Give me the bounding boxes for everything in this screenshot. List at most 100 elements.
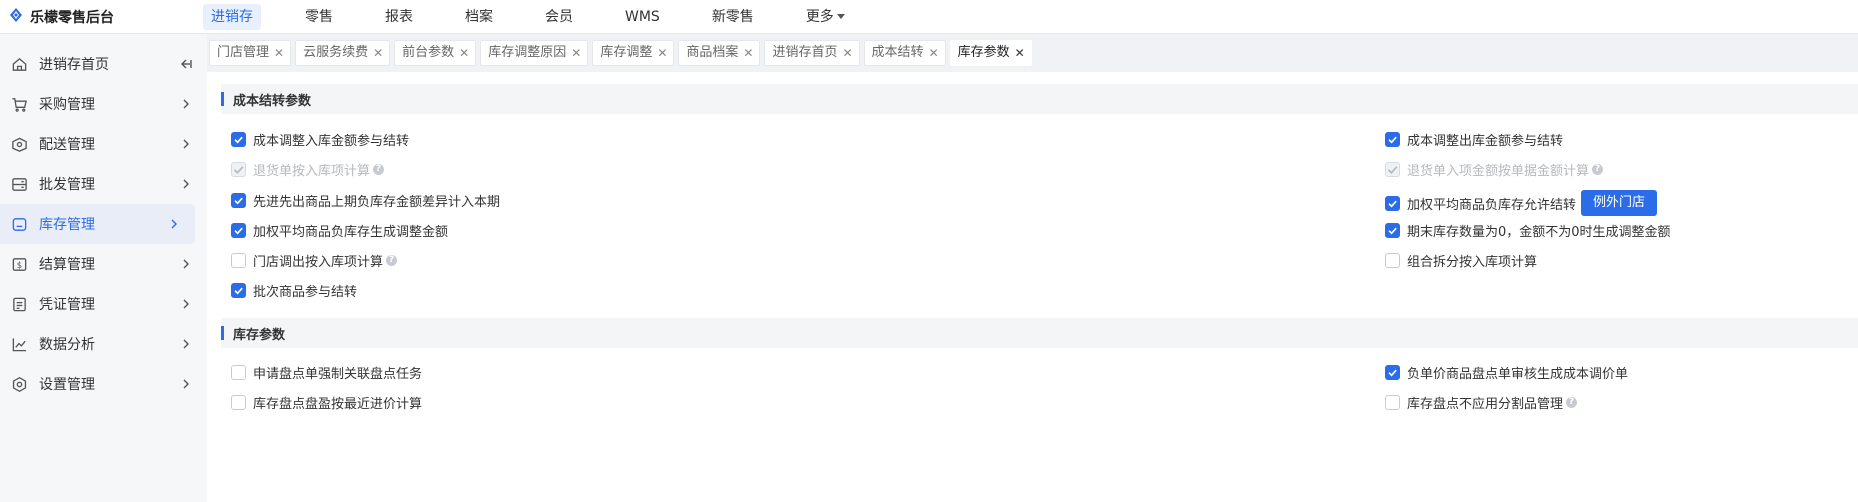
option-row[interactable]: 加权平均商品负库存生成调整金额	[231, 220, 448, 240]
close-icon[interactable]: ✕	[1015, 41, 1025, 65]
option-row[interactable]: 库存盘点盘盈按最近进价计算	[231, 392, 422, 412]
chevron-right-icon	[179, 137, 193, 151]
option-row[interactable]: 门店调出按入库项计算 ?	[231, 250, 398, 270]
checkbox-unchecked[interactable]	[231, 394, 246, 410]
sidebar-item-label: 数据分析	[39, 337, 95, 353]
close-icon[interactable]: ✕	[842, 41, 852, 65]
brand-name: 乐檬零售后台	[30, 10, 114, 26]
checkbox-checked[interactable]	[231, 222, 246, 238]
top-nav: 进销存 零售 报表 档案 会员 WMS 新零售 更多	[203, 0, 889, 34]
sidebar-item-purchase[interactable]: 采购管理	[0, 84, 207, 124]
close-icon[interactable]: ✕	[571, 41, 581, 65]
close-icon[interactable]: ✕	[274, 41, 284, 65]
close-icon[interactable]: ✕	[657, 41, 667, 65]
tab-label: 商品档案	[686, 45, 739, 60]
sidebar-item-label: 结算管理	[39, 257, 95, 273]
top-bar: 乐檬零售后台 进销存 零售 报表 档案 会员 WMS 新零售 更多	[0, 0, 1858, 34]
sidebar-item-label: 配送管理	[39, 137, 95, 153]
option-row[interactable]: 批次商品参与结转	[231, 280, 357, 300]
option-label: 负单价商品盘点单审核生成成本调价单	[1407, 366, 1629, 382]
checkbox-checked[interactable]	[1385, 131, 1400, 147]
help-icon[interactable]: ?	[1566, 396, 1578, 408]
help-icon[interactable]: ?	[386, 254, 398, 266]
nav-retail[interactable]: 零售	[297, 4, 341, 30]
nav-jinxiaocun[interactable]: 进销存	[203, 4, 261, 30]
option-label: 库存盘点不应用分割品管理	[1407, 396, 1564, 412]
chevron-right-icon	[179, 297, 193, 311]
checkbox-checked[interactable]	[1385, 222, 1400, 238]
checkbox-unchecked[interactable]	[1385, 394, 1400, 410]
nav-more-label: 更多	[805, 9, 834, 25]
sidebar-item-inventory[interactable]: 库存管理	[0, 204, 195, 244]
tab-stock-adjust[interactable]: 库存调整 ✕	[592, 40, 675, 66]
checkbox-unchecked[interactable]	[1385, 252, 1400, 268]
tab-cost-carryover[interactable]: 成本结转 ✕	[863, 40, 946, 66]
sidebar-item-label: 设置管理	[39, 377, 95, 393]
tab-adjust-reasons[interactable]: 库存调整原因 ✕	[480, 40, 589, 66]
sidebar-item-settings[interactable]: 设置管理	[0, 364, 207, 404]
option-label: 退货单入项金额按单据金额计算	[1407, 163, 1590, 179]
nav-more[interactable]: 更多	[798, 4, 853, 30]
sidebar-item-label: 采购管理	[39, 97, 95, 113]
chevron-right-icon	[179, 377, 193, 391]
option-row: 退货单入项金额按单据金额计算 ?	[1385, 159, 1604, 179]
checkbox-unchecked[interactable]	[231, 364, 246, 380]
exception-stores-button[interactable]: 例外门店	[1581, 190, 1658, 216]
tab-bar: 门店管理 ✕ 云服务续费 ✕ 前台参数 ✕ 库存调整原因 ✕ 库存调整 ✕ 商品档案 ✕ 进…	[207, 34, 1858, 72]
nav-reports[interactable]: 报表	[377, 4, 421, 30]
sidebar-item-distribution[interactable]: 配送管理	[0, 124, 207, 164]
chevron-right-icon	[179, 337, 193, 351]
close-icon[interactable]: ✕	[743, 41, 753, 65]
tab-store-management[interactable]: 门店管理 ✕	[209, 40, 292, 66]
tab-stock-params[interactable]: 库存参数 ✕	[949, 40, 1032, 66]
option-row[interactable]: 组合拆分按入库项计算	[1385, 250, 1537, 270]
help-icon[interactable]: ?	[373, 163, 385, 175]
sidebar-item-voucher[interactable]: 凭证管理	[0, 284, 207, 324]
tab-cloud-renewal[interactable]: 云服务续费 ✕	[295, 40, 391, 66]
tab-product-archive[interactable]: 商品档案 ✕	[678, 40, 761, 66]
checkbox-checked[interactable]	[1385, 195, 1400, 211]
option-row[interactable]: 申请盘点单强制关联盘点任务	[231, 362, 422, 382]
nav-wms[interactable]: WMS	[617, 4, 668, 30]
sidebar-item-analytics[interactable]: 数据分析	[0, 324, 207, 364]
close-icon[interactable]: ✕	[929, 41, 939, 65]
checkbox-checked[interactable]	[231, 282, 246, 298]
checkbox-checked-disabled	[1385, 161, 1400, 177]
option-label: 组合拆分按入库项计算	[1407, 254, 1538, 270]
close-icon[interactable]: ✕	[459, 41, 469, 65]
option-row[interactable]: 先进先出商品上期负库存金额差异计入本期	[231, 190, 500, 210]
sidebar-item-settlement[interactable]: $ 结算管理	[0, 244, 207, 284]
option-row[interactable]: 库存盘点不应用分割品管理 ?	[1385, 392, 1578, 412]
brand[interactable]: 乐檬零售后台	[8, 0, 114, 34]
tab-label: 前台参数	[402, 45, 455, 60]
collapse-sidebar-icon[interactable]	[179, 57, 193, 71]
chevron-right-icon	[179, 257, 193, 271]
dollar-icon: $	[10, 255, 28, 273]
tab-frontend-params[interactable]: 前台参数 ✕	[394, 40, 477, 66]
section-title: 库存参数	[233, 327, 286, 343]
option-label: 成本调整入库金额参与结转	[253, 133, 410, 149]
option-label: 退货单按入库项计算	[253, 163, 371, 179]
option-label: 先进先出商品上期负库存金额差异计入本期	[253, 194, 501, 210]
help-icon[interactable]: ?	[1592, 163, 1604, 175]
checkbox-checked[interactable]	[231, 192, 246, 208]
option-row[interactable]: 期末库存数量为0，金额不为0时生成调整金额	[1385, 220, 1671, 240]
option-row[interactable]: 负单价商品盘点单审核生成成本调价单	[1385, 362, 1628, 382]
sidebar: 进销存首页 采购管理 配送管理 批发管理 库存管理 $ 结算管理 凭证管理 数据…	[0, 34, 207, 502]
option-row[interactable]: 成本调整入库金额参与结转	[231, 129, 409, 149]
sidebar-item-wholesale[interactable]: 批发管理	[0, 164, 207, 204]
sidebar-item-label: 凭证管理	[39, 297, 95, 313]
close-icon[interactable]: ✕	[373, 41, 383, 65]
checkbox-checked[interactable]	[1385, 364, 1400, 380]
nav-members[interactable]: 会员	[537, 4, 581, 30]
section-header-cost: 成本结转参数	[221, 84, 1858, 114]
sidebar-item-home[interactable]: 进销存首页	[0, 44, 207, 84]
option-row[interactable]: 加权平均商品负库存允许结转 例外门店	[1385, 190, 1658, 216]
option-row[interactable]: 成本调整出库金额参与结转	[1385, 129, 1563, 149]
nav-archives[interactable]: 档案	[457, 4, 501, 30]
checkbox-checked[interactable]	[231, 131, 246, 147]
section-header-stock: 库存参数	[221, 318, 1858, 348]
tab-jxc-home[interactable]: 进销存首页 ✕	[764, 40, 860, 66]
nav-new-retail[interactable]: 新零售	[704, 4, 762, 30]
checkbox-unchecked[interactable]	[231, 252, 246, 268]
